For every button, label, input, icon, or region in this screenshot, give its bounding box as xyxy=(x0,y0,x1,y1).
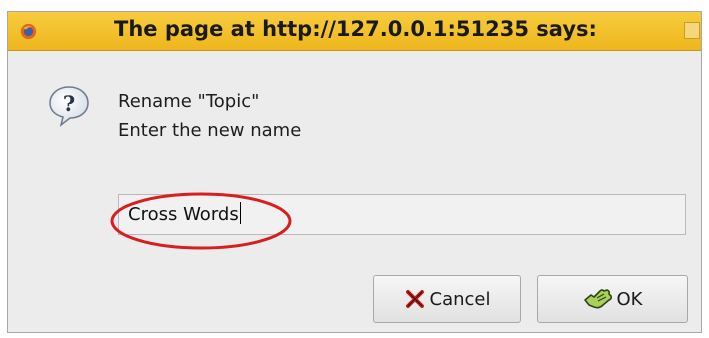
text-cursor xyxy=(239,202,241,224)
svg-text:?: ? xyxy=(63,91,75,116)
ok-label: OK xyxy=(616,288,643,310)
input-value: Cross Words xyxy=(128,204,239,225)
rename-input[interactable]: Cross Words xyxy=(118,194,686,235)
cancel-label: Cancel xyxy=(429,288,491,310)
ok-button[interactable]: OK xyxy=(537,275,688,323)
question-icon: ? xyxy=(49,86,89,127)
title-bar[interactable]: The page at http://127.0.0.1:51235 says: xyxy=(8,12,701,51)
message-prompt: Enter the new name xyxy=(118,120,302,141)
cancel-x-icon xyxy=(405,290,424,308)
message-title: Rename "Topic" xyxy=(118,91,260,112)
cancel-button[interactable]: Cancel xyxy=(373,275,521,323)
ok-hand-icon xyxy=(583,289,612,309)
maximize-button[interactable] xyxy=(684,22,700,39)
prompt-dialog: The page at http://127.0.0.1:51235 says:… xyxy=(7,11,702,333)
dialog-message: Rename "Topic" Enter the new name xyxy=(118,87,301,145)
window-title: The page at http://127.0.0.1:51235 says: xyxy=(114,17,597,41)
firefox-icon xyxy=(20,23,37,40)
